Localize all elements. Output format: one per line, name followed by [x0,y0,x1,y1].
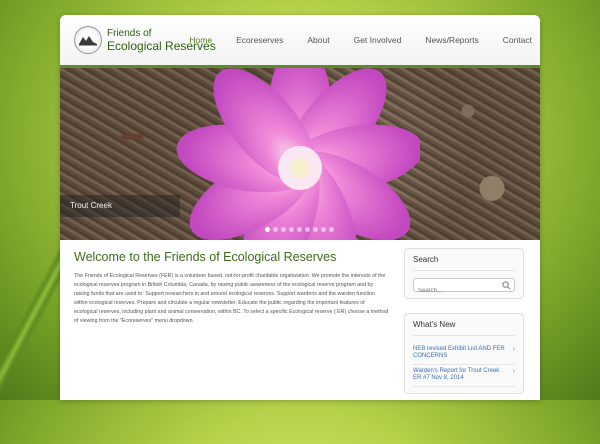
content-area: Welcome to the Friends of Ecological Res… [60,240,540,400]
slider-dot[interactable] [265,227,270,232]
nav-get-involved[interactable]: Get Involved [354,35,402,45]
nav-about[interactable]: About [307,35,329,45]
nav-home[interactable]: Home [189,35,212,45]
nav-ecoreserves[interactable]: Ecoreserves [236,35,283,45]
page-container: Friends of Ecological Reserves Home Ecor… [60,15,540,400]
news-link[interactable]: Warden's Report for Trout Creek ER #7 No… [413,368,508,382]
search-widget: Search [404,248,524,299]
news-item[interactable]: NEB revised Exhibit List AND FER CONCERN… [413,343,515,365]
slider-dot[interactable] [321,227,326,232]
site-header: Friends of Ecological Reserves Home Ecor… [60,15,540,68]
slider-dot[interactable] [281,227,286,232]
news-item[interactable]: Warden's Report for Trout Creek ER #7 No… [413,365,515,387]
main-nav: Home Ecoreserves About Get Involved News… [165,35,532,45]
slider-dots [265,227,337,232]
whats-new-widget: What's New NEB revised Exhibit List AND … [404,313,524,394]
search-icon[interactable] [502,281,511,290]
chevron-right-icon: › [512,368,515,375]
flower-photo [176,68,420,240]
logo-emblem-icon [74,26,102,54]
page-title: Welcome to the Friends of Ecological Res… [74,250,337,264]
slider-dot[interactable] [273,227,278,232]
main-column: Welcome to the Friends of Ecological Res… [74,248,389,400]
slider-dot[interactable] [329,227,334,232]
slider-dot[interactable] [305,227,310,232]
slide-caption: Trout Creek [60,195,180,217]
search-box [413,278,515,297]
search-input[interactable] [414,285,512,297]
whats-new-title: What's New [413,320,515,336]
slider-dot[interactable] [297,227,302,232]
slider-dot[interactable] [313,227,318,232]
sidebar: Search What's New NEB revised Exhibit Li… [404,248,524,400]
news-link[interactable]: NEB revised Exhibit List AND FER CONCERN… [413,346,508,360]
nav-news-reports[interactable]: News/Reports [425,35,478,45]
intro-paragraph: The Friends of Ecological Reserves (FER)… [74,273,389,324]
slider-dot[interactable] [289,227,294,232]
search-widget-title: Search [413,255,515,271]
chevron-right-icon: › [512,346,515,353]
hero-slider[interactable]: Trout Creek [60,68,540,240]
nav-contact[interactable]: Contact [503,35,532,45]
